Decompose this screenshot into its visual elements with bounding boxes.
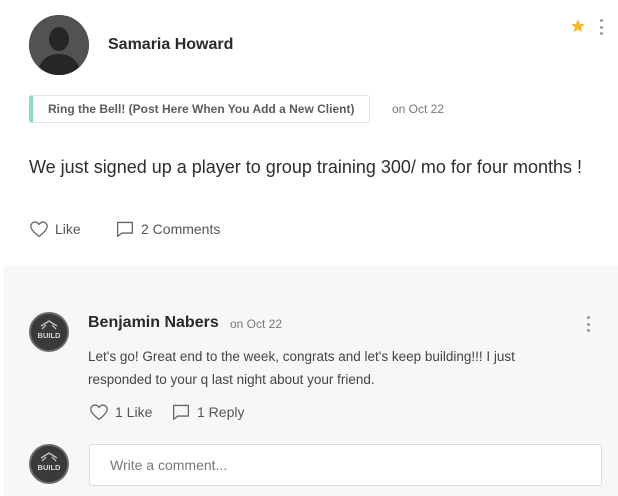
heart-icon <box>90 404 108 421</box>
post-body-text: We just signed up a player to group trai… <box>29 157 582 177</box>
comment-input[interactable] <box>89 444 602 486</box>
heart-icon <box>30 221 48 238</box>
current-user-avatar: BUILD <box>29 444 69 484</box>
comments-button[interactable]: 2 Comments <box>115 220 220 238</box>
space-tag[interactable]: Ring the Bell! (Post Here When You Add a… <box>29 95 371 123</box>
reply-label: 1 Reply <box>197 404 245 420</box>
star-icon[interactable] <box>570 18 586 34</box>
comment-like-button[interactable]: 1 Like <box>89 403 152 421</box>
post-author-name[interactable]: Samaria Howard <box>108 36 233 54</box>
comments-count-label: 2 Comments <box>141 221 221 237</box>
post-card: Samaria Howard Ring the Bell! (Post Here… <box>4 0 618 266</box>
build-logo-icon: BUILD <box>31 314 67 350</box>
reply-button[interactable]: 1 Reply <box>171 403 244 421</box>
comment-more-options-icon[interactable] <box>586 316 590 332</box>
post-more-options-icon[interactable] <box>599 19 603 35</box>
person-silhouette-icon <box>29 15 89 75</box>
svg-text:BUILD: BUILD <box>38 331 61 340</box>
like-label: Like <box>55 221 81 237</box>
commenter-avatar[interactable]: BUILD <box>29 312 69 352</box>
comment-body-text: Let's go! Great end to the week, congrat… <box>88 349 515 387</box>
comment-icon <box>116 221 134 238</box>
post-date: on Oct 22 <box>392 102 445 116</box>
comments-section: BUILD Benjamin Nabers on Oct 22 Let's go… <box>4 266 618 496</box>
svg-text:BUILD: BUILD <box>38 463 61 472</box>
comment-icon <box>172 404 190 421</box>
comment-author-name[interactable]: Benjamin Nabers <box>88 314 219 332</box>
comment-like-label: 1 Like <box>115 404 153 420</box>
build-logo-icon: BUILD <box>31 446 67 482</box>
author-avatar[interactable] <box>29 15 89 75</box>
comment-date: on Oct 22 <box>230 317 283 331</box>
like-button[interactable]: Like <box>29 220 81 238</box>
